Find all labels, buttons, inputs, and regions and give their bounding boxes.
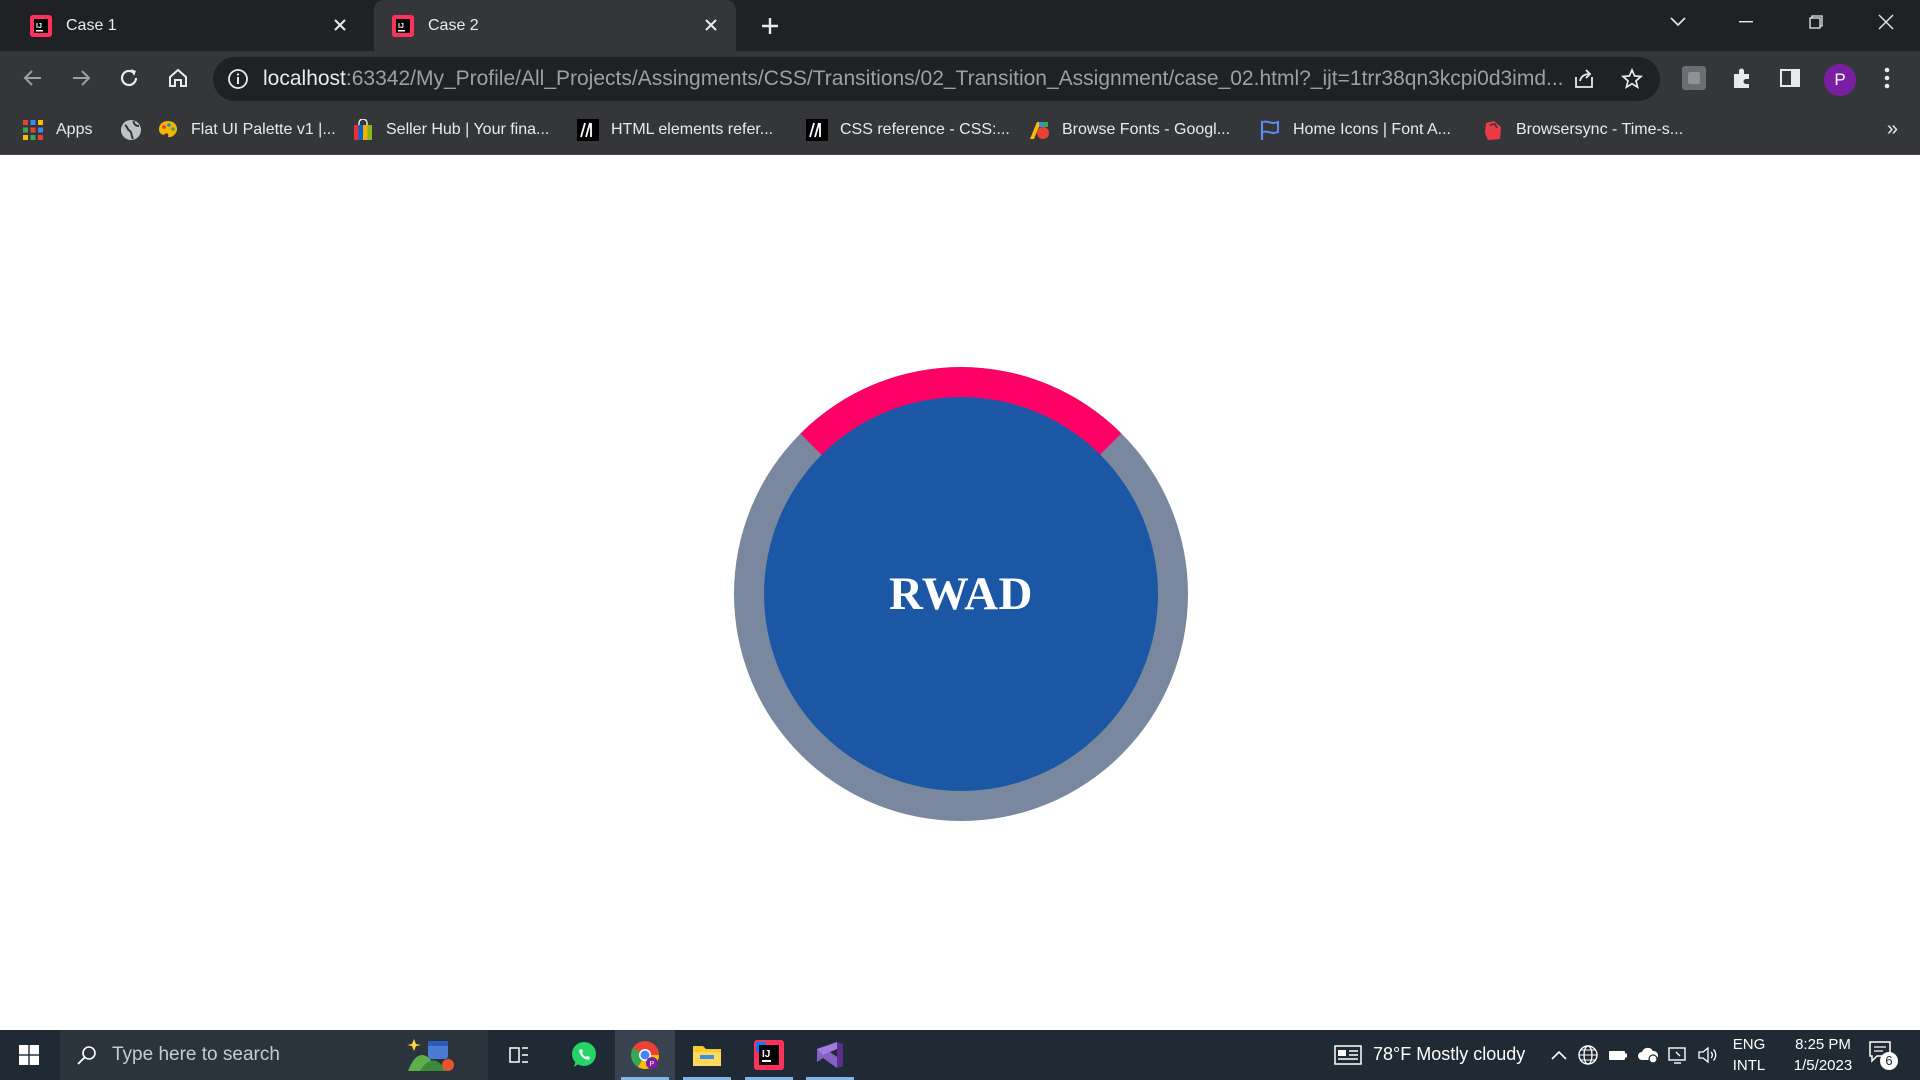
tab-title: Case 1 [66,16,117,34]
flag-icon [1260,120,1279,140]
chevron-up-icon[interactable] [1548,1044,1570,1066]
profile-avatar[interactable]: P [1824,64,1856,96]
visual-studio-icon[interactable] [800,1030,860,1080]
rwad-circle[interactable]: RWAD [764,397,1158,791]
page-viewport: RWAD [0,155,1920,1030]
minimize-button[interactable] [1716,0,1776,44]
circle-label: RWAD [889,568,1033,620]
language-globe-icon[interactable] [1577,1044,1599,1066]
bookmark-label: Flat UI Palette v1 |... [191,121,336,138]
bookmark-label: Browse Fonts - Googl... [1062,121,1231,138]
bookmark-seller-hub[interactable]: Seller Hub | Your fina... [352,116,549,144]
whatsapp-icon[interactable] [554,1030,614,1080]
intellij-icon[interactable]: IJ [739,1030,799,1080]
weather-text[interactable]: 78°F Mostly cloudy [1373,1044,1525,1065]
chrome-icon[interactable]: P [615,1030,675,1080]
share-icon[interactable] [1573,68,1595,90]
close-tab-icon[interactable] [700,14,722,36]
browsersync-icon [1485,121,1501,140]
extensions-puzzle-icon[interactable] [1727,63,1757,93]
notification-count-badge: 6 [1880,1052,1898,1070]
browser-tab-strip: IJ Case 1 IJ Case 2 [0,0,1920,51]
apps-grid-icon [23,120,43,140]
search-icon [77,1046,96,1065]
reload-button[interactable] [112,61,146,95]
bookmarks-bar: Apps Flat UI Palette v1 |... Seller Hub … [0,106,1920,155]
restore-button[interactable] [1786,0,1846,44]
google-fonts-icon [1030,122,1049,139]
bookmark-apps[interactable]: Apps [22,116,92,144]
bookmark-home-icons[interactable]: Home Icons | Font A... [1259,116,1451,144]
mdn-icon [806,119,828,141]
intellij-icon: IJ [30,14,52,37]
task-view-icon[interactable] [489,1030,549,1080]
onedrive-icon[interactable] [1637,1044,1659,1066]
close-tab-icon[interactable] [329,14,351,36]
bookmark-globe[interactable] [120,116,142,144]
bookmark-label: Seller Hub | Your fina... [386,121,550,138]
tab-search-button[interactable] [1648,0,1708,44]
tab-case-1[interactable]: IJ Case 1 [0,0,365,51]
language-code: ENG [1732,1036,1766,1053]
bookmark-flat-ui-palette[interactable]: Flat UI Palette v1 |... [157,116,336,144]
chrome-menu-icon[interactable] [1872,63,1902,93]
bookmark-label: Home Icons | Font A... [1293,121,1451,138]
bookmark-css-reference[interactable]: CSS reference - CSS:... [806,116,1010,144]
mdn-icon [577,119,599,141]
bookmark-label: HTML elements refer... [611,121,774,138]
bookmark-label: Apps [56,121,93,138]
keyboard-layout: INTL [1732,1057,1766,1074]
search-placeholder: Type here to search [112,1044,280,1065]
bookmark-google-fonts[interactable]: Browse Fonts - Googl... [1028,116,1230,144]
windows-icon [19,1045,39,1065]
windows-taskbar: Type here to search P IJ 78°F Mostly clo… [0,1030,1920,1080]
palette-icon [159,121,177,138]
bookmark-label: Browsersync - Time-s... [1516,121,1684,138]
volume-icon[interactable] [1697,1044,1719,1066]
search-highlight-icon [407,1039,454,1071]
svg-text:IJ: IJ [36,23,42,30]
bookmarks-overflow-button[interactable]: » [1887,118,1898,141]
forward-button[interactable] [64,61,98,95]
clock-time: 8:25 PM [1795,1036,1851,1053]
globe-icon [121,120,141,140]
bookmark-html-elements[interactable]: HTML elements refer... [577,116,773,144]
tab-title: Case 2 [428,16,479,34]
display-icon[interactable] [1667,1044,1689,1066]
home-button[interactable] [161,61,195,95]
battery-icon[interactable] [1607,1044,1629,1066]
extension-icon[interactable] [1679,63,1709,93]
svg-text:IJ: IJ [398,23,404,30]
bookmark-label: CSS reference - CSS:... [840,121,1010,138]
bookmark-star-icon[interactable] [1621,68,1643,90]
tab-case-2[interactable]: IJ Case 2 [374,0,736,51]
file-explorer-icon[interactable] [677,1030,737,1080]
input-language[interactable]: ENG INTL [1726,1034,1772,1076]
shopping-bag-icon [354,119,372,140]
back-button[interactable] [16,61,50,95]
intellij-icon: IJ [392,14,414,37]
url-text[interactable]: localhost:63342/My_Profile/All_Projects/… [263,67,1573,91]
bookmark-browsersync[interactable]: Browsersync - Time-s... [1482,116,1683,144]
site-info-icon[interactable] [227,68,249,90]
new-tab-button[interactable] [756,12,784,40]
clock-date: 1/5/2023 [1793,1057,1853,1074]
address-bar[interactable]: localhost:63342/My_Profile/All_Projects/… [213,57,1660,101]
svg-text:IJ: IJ [762,1049,770,1060]
notification-center-button[interactable]: 6 [1868,1040,1902,1072]
svg-text:P: P [650,1061,655,1068]
taskbar-search-box[interactable]: Type here to search [60,1030,488,1080]
side-panel-icon[interactable] [1775,63,1805,93]
browser-toolbar: localhost:63342/My_Profile/All_Projects/… [0,51,1920,106]
start-button[interactable] [0,1030,58,1080]
close-window-button[interactable] [1856,0,1916,44]
clock[interactable]: 8:25 PM 1/5/2023 [1778,1034,1868,1076]
news-widget-icon[interactable] [1333,1044,1363,1066]
